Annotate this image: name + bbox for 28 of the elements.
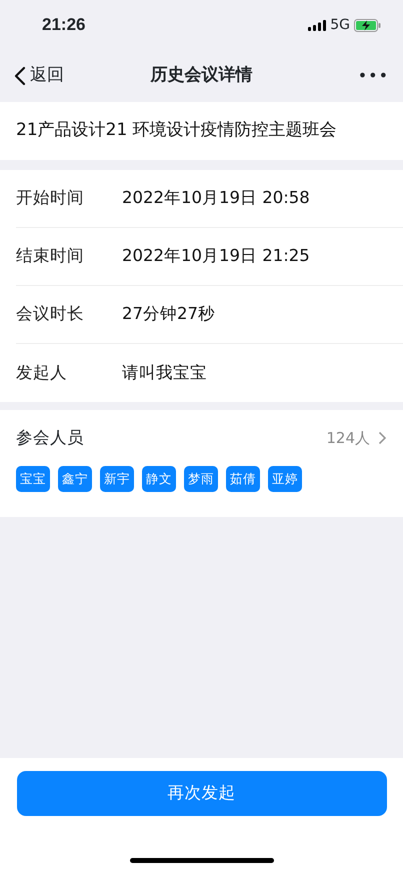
detail-value: 2022年10月19日 20:58 [122,187,310,210]
detail-value: 请叫我宝宝 [122,362,207,384]
network-label: 5G [330,16,350,34]
back-link[interactable]: 返回 [14,63,64,89]
signal-icon [308,20,326,30]
participants-count-link[interactable]: 124人 [326,426,387,450]
participant-tag[interactable]: 茹倩 [226,466,260,492]
participant-tag[interactable]: 新宇 [100,466,134,492]
participant-tag[interactable]: 静文 [142,466,176,492]
detail-label: 开始时间 [16,187,85,210]
participant-tag[interactable]: 宝宝 [16,466,50,492]
detail-label: 结束时间 [16,245,85,268]
page-title: 历史会议详情 [150,65,252,86]
participant-tag[interactable]: 梦雨 [184,466,218,492]
chevron-right-icon [378,431,387,445]
detail-label: 会议时长 [16,303,85,326]
detail-label: 发起人 [16,362,68,384]
participant-tag[interactable]: 鑫宁 [58,466,92,492]
status-time: 21:26 [42,14,86,36]
detail-value: 2022年10月19日 21:25 [122,245,310,268]
participants-label: 参会人员 [16,426,84,449]
detail-value: 27分钟27秒 [122,303,215,326]
more-button[interactable]: ••• [358,64,389,88]
meeting-title: 21产品设计21 环境设计疫情防控主题班会 [16,119,337,142]
participant-tag[interactable]: 亚婷 [268,466,302,492]
back-chevron-icon [14,66,26,86]
battery-charging-icon [354,18,381,32]
restart-button[interactable]: 再次发起 [16,771,386,816]
